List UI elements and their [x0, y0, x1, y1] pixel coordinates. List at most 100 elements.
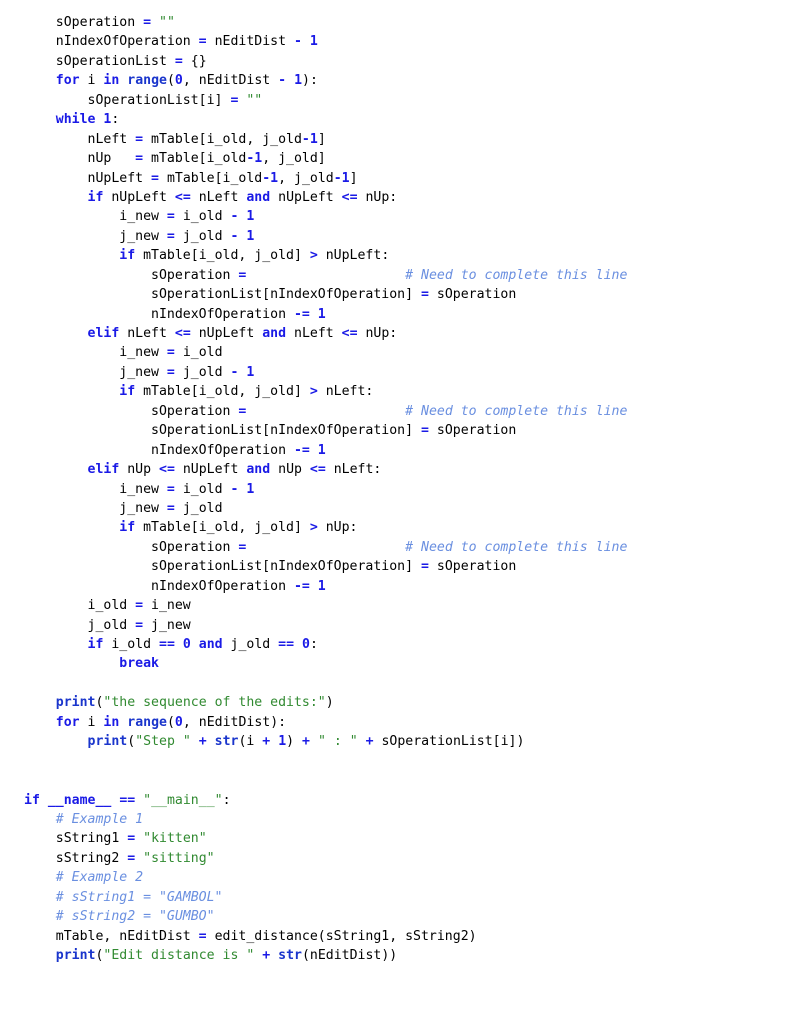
code-line[interactable]: for i in range(0, nEditDist): — [0, 713, 791, 732]
code-token-number: 1 — [246, 364, 255, 380]
code-line[interactable]: if i_old == 0 and j_old == 0: — [0, 635, 791, 654]
code-line[interactable]: sOperation = # Need to complete this lin… — [0, 266, 791, 285]
code-token-text: , nEditDist): — [182, 714, 287, 730]
code-token-text: nUpLeft — [190, 326, 263, 341]
code-token-operator: <= — [174, 326, 191, 341]
code-token-text: (nEditDist)) — [301, 948, 398, 963]
code-token-operator: - — [293, 34, 302, 50]
code-token-text: ) — [325, 695, 334, 711]
code-line[interactable]: # Example 1 — [0, 810, 791, 829]
code-line[interactable]: mTable, nEditDist = edit_distance(sStrin… — [0, 927, 791, 946]
code-token-text: nLeft — [119, 326, 175, 341]
code-line-blank[interactable] — [0, 752, 791, 771]
code-line[interactable]: nUp = mTable[i_old-1, j_old] — [0, 149, 791, 168]
code-line[interactable]: sOperationList[nIndexOfOperation] = sOpe… — [0, 285, 791, 304]
code-line[interactable]: i_new = i_old - 1 — [0, 480, 791, 499]
code-line[interactable]: elif nUp <= nUpLeft and nUp <= nLeft: — [0, 460, 791, 479]
code-token-operator: = — [174, 53, 183, 69]
code-line[interactable]: sString1 = "kitten" — [0, 829, 791, 848]
code-line[interactable]: # Example 2 — [0, 868, 791, 887]
code-token-text: , j_old — [278, 170, 334, 186]
code-line[interactable]: for i in range(0, nEditDist - 1): — [0, 71, 791, 90]
code-line[interactable]: nIndexOfOperation -= 1 — [0, 577, 791, 596]
code-token-text: ( — [166, 73, 175, 89]
code-token-text: nUp — [24, 151, 136, 167]
code-line[interactable]: nLeft = mTable[i_old, j_old-1] — [0, 130, 791, 149]
code-token-builtin: print — [55, 948, 96, 963]
code-token-operator: -= — [293, 306, 310, 322]
code-line[interactable]: if mTable[i_old, j_old] > nUp: — [0, 518, 791, 537]
code-token-comment: # Need to complete this line — [405, 267, 628, 283]
code-line-blank[interactable] — [0, 771, 791, 790]
code-line[interactable]: print("the sequence of the edits:") — [0, 693, 791, 712]
code-token-text: sOperation — [24, 403, 239, 419]
code-token-operator: = — [127, 831, 136, 847]
code-token-operator: = — [198, 34, 207, 50]
code-token-text: i_old — [174, 209, 231, 225]
code-line[interactable]: sOperationList[nIndexOfOperation] = sOpe… — [0, 557, 791, 576]
code-line[interactable]: nIndexOfOperation -= 1 — [0, 305, 791, 324]
code-token-text: nUp: — [357, 326, 398, 341]
code-line[interactable]: if __name__ == "__main__": — [0, 791, 791, 810]
code-token-text: nLeft: — [325, 462, 382, 478]
code-line[interactable]: sString2 = "sitting" — [0, 849, 791, 868]
code-token-keyword: elif — [87, 326, 120, 341]
code-line[interactable]: if nUpLeft <= nLeft and nUpLeft <= nUp: — [0, 188, 791, 207]
code-token-text: i_old — [174, 481, 231, 497]
code-line[interactable]: break — [0, 654, 791, 673]
code-listing[interactable]: sOperation = "" nIndexOfOperation = nEdi… — [0, 0, 791, 965]
code-token-text: sString2 — [24, 850, 128, 866]
code-line[interactable]: if mTable[i_old, j_old] > nLeft: — [0, 382, 791, 401]
code-token-text: sOperationList[i] — [24, 92, 231, 108]
code-line[interactable]: sOperationList = {} — [0, 52, 791, 71]
code-line[interactable]: j_old = j_new — [0, 616, 791, 635]
code-line[interactable]: elif nLeft <= nUpLeft and nLeft <= nUp: — [0, 324, 791, 343]
code-line-blank[interactable] — [0, 674, 791, 693]
code-line[interactable]: j_new = j_old — [0, 499, 791, 518]
code-token-number: 1 — [246, 228, 255, 244]
code-line[interactable]: j_new = j_old - 1 — [0, 363, 791, 382]
code-token-text: nLeft: — [317, 384, 374, 400]
code-token-text: i — [79, 714, 104, 730]
code-line[interactable]: sOperation = # Need to complete this lin… — [0, 538, 791, 557]
code-line[interactable]: nIndexOfOperation = nEditDist - 1 — [0, 32, 791, 51]
code-line[interactable]: nUpLeft = mTable[i_old-1, j_old-1] — [0, 169, 791, 188]
code-token-keyword: while — [55, 112, 96, 128]
code-line[interactable]: i_new = i_old - 1 — [0, 207, 791, 226]
code-token-operator: - — [333, 170, 342, 186]
code-token-keyword: for — [55, 73, 80, 89]
code-line[interactable]: print("Edit distance is " + str(nEditDis… — [0, 946, 791, 965]
code-line[interactable]: # sString2 = "GUMBO" — [0, 907, 791, 926]
code-token-text: nIndexOfOperation — [24, 578, 294, 594]
code-token-operator: = — [420, 423, 429, 439]
code-line[interactable]: print("Step " + str(i + 1) + " : " + sOp… — [0, 732, 791, 751]
code-line[interactable]: while 1: — [0, 110, 791, 129]
code-token-keyword: and — [246, 462, 271, 478]
code-line[interactable]: sOperation = "" — [0, 13, 791, 32]
code-line[interactable]: sOperation = # Need to complete this lin… — [0, 402, 791, 421]
code-line[interactable]: j_new = j_old - 1 — [0, 227, 791, 246]
code-line[interactable]: if mTable[i_old, j_old] > nUpLeft: — [0, 246, 791, 265]
code-line[interactable]: sOperationList[nIndexOfOperation] = sOpe… — [0, 421, 791, 440]
code-line[interactable]: i_old = i_new — [0, 596, 791, 615]
code-token-comment: # Need to complete this line — [405, 403, 628, 419]
code-line[interactable]: sOperationList[i] = "" — [0, 91, 791, 110]
code-line[interactable]: # sString1 = "GAMBOL" — [0, 888, 791, 907]
code-token-comment: # sString1 = "GAMBOL" — [55, 889, 223, 905]
code-token-operator: == — [278, 637, 295, 652]
code-token-keyword: and — [198, 637, 223, 652]
code-token-operator: == — [159, 637, 175, 652]
code-line[interactable]: i_new = i_old — [0, 343, 791, 362]
code-line[interactable]: nIndexOfOperation -= 1 — [0, 441, 791, 460]
